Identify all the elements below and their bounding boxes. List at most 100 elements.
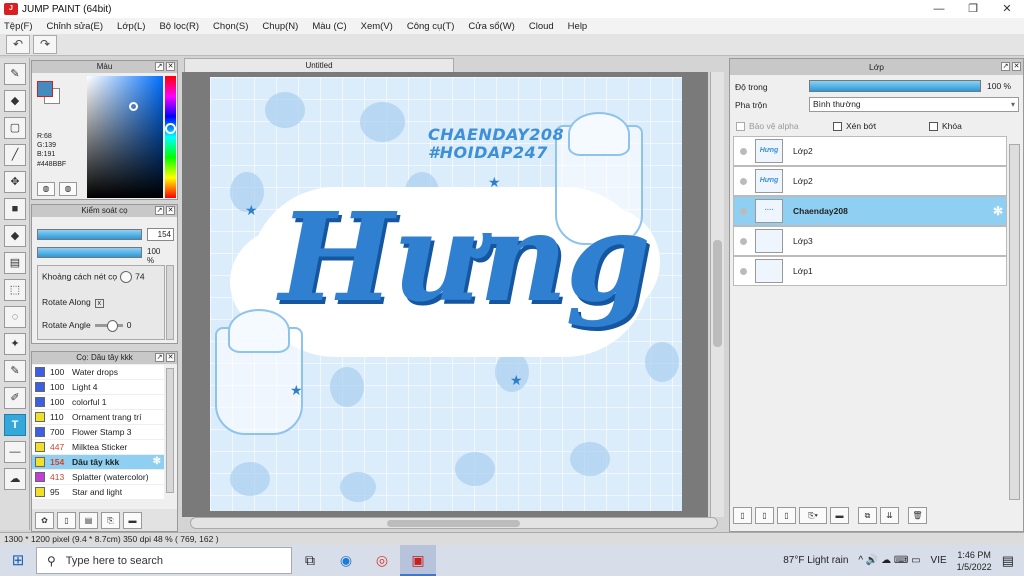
- brush-list-item[interactable]: 110 Ornament trang trí: [32, 410, 164, 425]
- panel-close-icon[interactable]: ✕: [166, 353, 175, 362]
- move-tool-icon[interactable]: ✥: [4, 171, 26, 193]
- chrome-browser-icon[interactable]: ◎: [364, 545, 400, 576]
- brush-list-item[interactable]: 154 Dâu tây kkk ✻: [32, 455, 164, 470]
- weather-widget[interactable]: 87°F Light rain: [783, 555, 848, 566]
- add-layer-dropdown-icon[interactable]: ⎘▾: [799, 507, 827, 524]
- brush-list-item[interactable]: 447 Milktea Sticker: [32, 440, 164, 455]
- protect-alpha-checkbox[interactable]: Bảo vệ alpha: [736, 121, 799, 131]
- lasso-tool-icon[interactable]: ◌: [4, 306, 26, 328]
- brush-properties-scrollbar[interactable]: [166, 265, 174, 340]
- hue-slider-cursor[interactable]: [165, 123, 176, 134]
- menu-capture[interactable]: Chụp(N): [262, 21, 298, 32]
- merge-layer-icon[interactable]: ⇊: [880, 507, 899, 524]
- taskbar-search-input[interactable]: ⚲ Type here to search: [36, 547, 292, 574]
- jump-paint-taskbar-icon[interactable]: ▣: [400, 545, 436, 576]
- folder-icon[interactable]: ▬: [123, 511, 142, 529]
- hue-slider[interactable]: [165, 76, 176, 198]
- document-tab[interactable]: Untitled: [184, 58, 454, 72]
- lock-checkbox[interactable]: Khóa: [929, 121, 962, 131]
- brush-tool-icon[interactable]: ✎: [4, 63, 26, 85]
- menu-window[interactable]: Cửa sổ(W): [468, 21, 514, 32]
- new-layer-icon[interactable]: ▯: [733, 507, 752, 524]
- line-tool-icon[interactable]: —: [4, 441, 26, 463]
- eyedropper-tool-icon[interactable]: ╱: [4, 144, 26, 166]
- task-view-icon[interactable]: ⧉: [292, 545, 328, 576]
- color-picker-cursor[interactable]: [129, 102, 138, 111]
- cloud-tool-icon[interactable]: ☁: [4, 468, 26, 490]
- menu-layer[interactable]: Lớp(L): [117, 21, 145, 32]
- rotate-along-checkbox[interactable]: x: [94, 299, 104, 308]
- new-1bit-layer-icon[interactable]: ▯: [777, 507, 796, 524]
- layer-row[interactable]: Hưng Lớp2: [733, 166, 1007, 196]
- visibility-eye-icon[interactable]: [740, 147, 747, 155]
- color-palette-icon[interactable]: ◍: [37, 182, 55, 196]
- text-tool-icon[interactable]: T: [4, 414, 26, 436]
- visibility-eye-icon[interactable]: [740, 207, 747, 215]
- layer-opacity-slider[interactable]: [809, 80, 981, 92]
- visibility-eye-icon[interactable]: [740, 237, 747, 245]
- duplicate-layer-icon[interactable]: ⧉: [858, 507, 877, 524]
- edit-tool-icon[interactable]: ✎: [4, 360, 26, 382]
- brush-list-item[interactable]: 413 Splatter (watercolor): [32, 470, 164, 485]
- magic-wand-tool-icon[interactable]: ✦: [4, 333, 26, 355]
- clipping-checkbox[interactable]: Xén bớt: [833, 121, 876, 131]
- brush-list-item[interactable]: 100 colorful 1: [32, 395, 164, 410]
- menu-help[interactable]: Help: [568, 21, 588, 32]
- menu-color[interactable]: Màu (C): [312, 21, 346, 32]
- import-brush-icon[interactable]: ⎘: [101, 511, 120, 529]
- canvas-horizontal-scrollbar[interactable]: [190, 517, 718, 529]
- visibility-eye-icon[interactable]: [740, 177, 747, 185]
- foreground-color-swatch[interactable]: [37, 81, 53, 97]
- lasso-rect-tool-icon[interactable]: ⬚: [4, 279, 26, 301]
- undock-icon[interactable]: ↗: [1001, 62, 1010, 71]
- horizontal-scroll-thumb[interactable]: [387, 520, 520, 527]
- brush-opacity-slider[interactable]: [37, 247, 142, 258]
- undock-icon[interactable]: ↗: [155, 206, 164, 215]
- new-brush-icon[interactable]: ▯: [57, 511, 76, 529]
- windows-start-icon[interactable]: ⊞: [0, 545, 36, 576]
- brush-settings-icon[interactable]: ✿: [35, 511, 54, 529]
- layer-settings-gear-icon[interactable]: ✻: [993, 204, 1003, 218]
- close-button[interactable]: ✕: [990, 0, 1024, 18]
- artwork-canvas[interactable]: ★ ★ ★ ★ ★ CHAENDAY208 #HOIDAP247 Hưng: [210, 77, 682, 511]
- color-settings-icon[interactable]: ◍: [59, 182, 77, 196]
- brush-list-item[interactable]: 100 Water drops: [32, 365, 164, 380]
- fill-rect-tool-icon[interactable]: ■: [4, 198, 26, 220]
- panel-close-icon[interactable]: ✕: [1012, 62, 1021, 71]
- undo-icon[interactable]: ↶: [6, 35, 30, 54]
- brush-settings-gear-icon[interactable]: ✻: [153, 456, 161, 467]
- language-indicator[interactable]: VIE: [931, 555, 947, 566]
- brush-list-item[interactable]: 700 Flower Stamp 3: [32, 425, 164, 440]
- copy-brush-icon[interactable]: ▤: [79, 511, 98, 529]
- layer-row[interactable]: Hưng Lớp2: [733, 136, 1007, 166]
- brush-list-scrollbar[interactable]: [166, 368, 174, 493]
- taskbar-clock[interactable]: 1:46 PM 1/5/2022: [957, 549, 992, 573]
- spacing-knob[interactable]: [120, 271, 133, 283]
- menu-filter[interactable]: Bộ lọc(R): [159, 21, 199, 32]
- redo-icon[interactable]: ↷: [33, 35, 57, 54]
- stamp-tool-icon[interactable]: ✐: [4, 387, 26, 409]
- blend-mode-select[interactable]: Bình thường ▾: [809, 97, 1019, 112]
- new-folder-icon[interactable]: ▬: [830, 507, 849, 524]
- tray-icons[interactable]: ^ 🔊 ☁ ⌨ ▭: [858, 555, 920, 566]
- gradient-tool-icon[interactable]: ▤: [4, 252, 26, 274]
- menu-file[interactable]: Tệp(F): [4, 21, 33, 32]
- rect-select-tool-icon[interactable]: ▢: [4, 117, 26, 139]
- brush-list-item[interactable]: 95 Star and light: [32, 485, 164, 500]
- menu-view[interactable]: Xem(V): [361, 21, 393, 32]
- undock-icon[interactable]: ↗: [155, 62, 164, 71]
- menu-edit[interactable]: Chỉnh sửa(E): [47, 21, 104, 32]
- panel-close-icon[interactable]: ✕: [166, 62, 175, 71]
- brush-list-item[interactable]: 100 Light 4: [32, 380, 164, 395]
- new-8bit-layer-icon[interactable]: ▯: [755, 507, 774, 524]
- menu-select[interactable]: Chọn(S): [213, 21, 248, 32]
- saturation-value-picker[interactable]: [87, 76, 163, 198]
- layer-list-scrollbar[interactable]: [1009, 144, 1020, 500]
- brush-size-slider[interactable]: [37, 229, 142, 240]
- panel-close-icon[interactable]: ✕: [166, 206, 175, 215]
- menu-tools[interactable]: Công cụ(T): [407, 21, 455, 32]
- brush-size-value[interactable]: 154: [147, 228, 174, 241]
- minimize-button[interactable]: —: [922, 0, 956, 18]
- canvas-vertical-scrollbar[interactable]: [710, 72, 724, 517]
- visibility-eye-icon[interactable]: [740, 267, 747, 275]
